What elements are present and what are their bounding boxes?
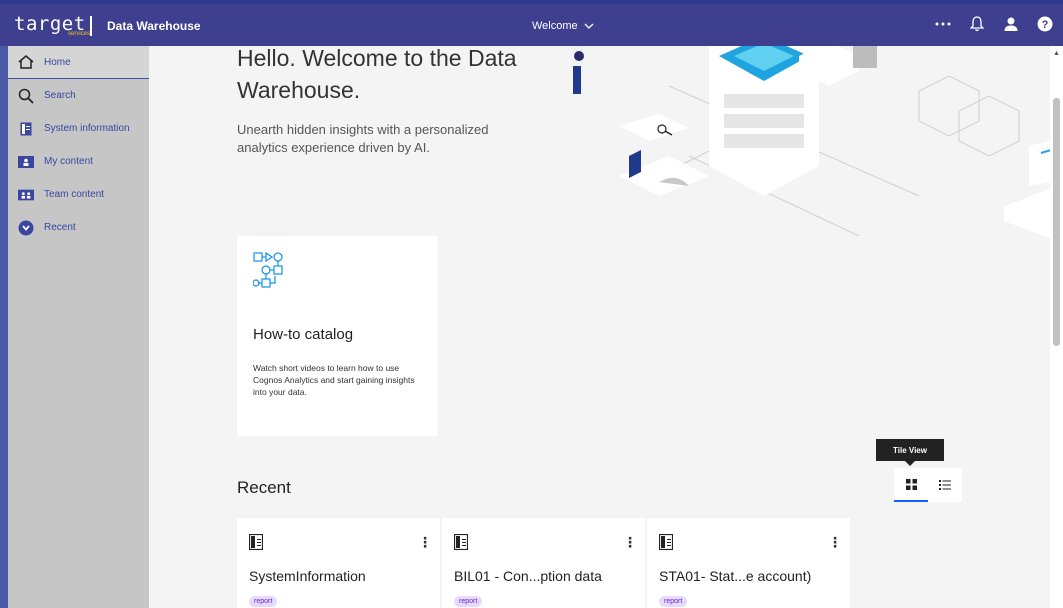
sidebar: Home Search System information My conten… <box>0 46 149 608</box>
sidebar-item-label: My content <box>44 156 93 167</box>
tile-name: STA01- Stat...e account) <box>659 568 812 584</box>
tile-name: BIL01 - Con...ption data <box>454 568 602 584</box>
sidebar-item-home[interactable]: Home <box>8 46 149 79</box>
sidebar-item-system-information[interactable]: System information <box>8 112 149 145</box>
report-icon <box>249 534 263 550</box>
scroll-up-icon[interactable]: ▲ <box>1053 50 1060 57</box>
overflow-menu-icon[interactable]: ⋮ <box>828 534 842 551</box>
sidebar-item-search[interactable]: Search <box>8 79 149 112</box>
overflow-menu-icon[interactable]: ⋮ <box>418 534 432 551</box>
logo-subtext: services <box>68 31 91 37</box>
recent-icon <box>18 220 34 236</box>
recent-tile[interactable]: ⋮ SystemInformation report <box>237 518 440 608</box>
recent-section-title: Recent <box>237 478 291 497</box>
tile-type-tag: report <box>659 596 688 607</box>
recent-tiles: ⋮ SystemInformation report ⋮ BIL01 - Con… <box>237 518 850 608</box>
hero-title: Hello. Welcome to the Data Warehouse. <box>237 46 517 103</box>
sidebar-item-label: System information <box>44 123 130 134</box>
sidebar-item-label: Home <box>44 56 71 68</box>
list-view-button[interactable] <box>928 468 962 502</box>
sidebar-item-my-content[interactable]: My content <box>8 145 149 178</box>
tile-type-tag: report <box>454 596 483 607</box>
howto-title: How-to catalog <box>253 326 354 343</box>
recent-tile[interactable]: ⋮ BIL01 - Con...ption data report <box>442 518 645 608</box>
welcome-dropdown[interactable]: Welcome <box>532 20 594 32</box>
more-icon[interactable] <box>933 14 953 34</box>
welcome-label: Welcome <box>532 20 578 32</box>
report-icon <box>659 534 673 550</box>
recent-tile[interactable]: ⋮ STA01- Stat...e account) report <box>647 518 850 608</box>
tile-view-button[interactable] <box>894 468 928 502</box>
home-icon <box>18 54 34 70</box>
report-icon <box>454 534 468 550</box>
user-icon[interactable] <box>1001 14 1021 34</box>
svg-text:?: ? <box>1042 19 1049 31</box>
document-icon <box>18 121 34 137</box>
tile-name: SystemInformation <box>249 568 366 584</box>
main-content: Hello. Welcome to the Data Warehouse. Un… <box>149 46 1050 608</box>
view-toggle <box>894 468 962 502</box>
overflow-menu-icon[interactable]: ⋮ <box>623 534 637 551</box>
logo-divider <box>90 16 92 36</box>
howto-description: Watch short videos to learn how to use C… <box>253 363 415 397</box>
vertical-scrollbar[interactable]: ▲ <box>1050 46 1063 608</box>
tile-type-tag: report <box>249 596 278 607</box>
grid-icon <box>905 478 917 490</box>
help-icon[interactable]: ? <box>1035 14 1055 34</box>
app-title: Data Warehouse <box>107 19 201 33</box>
chevron-down-icon <box>584 23 594 29</box>
hero-subtitle: Unearth hidden insights with a personali… <box>237 122 489 155</box>
scrollbar-thumb[interactable] <box>1053 98 1060 346</box>
bell-icon[interactable] <box>967 14 987 34</box>
sidebar-item-recent[interactable]: Recent <box>8 211 149 244</box>
search-icon <box>18 88 34 104</box>
tile-view-tooltip: Tile View <box>876 439 944 466</box>
sidebar-item-label: Team content <box>44 189 105 200</box>
sidebar-item-label: Recent <box>44 222 76 233</box>
sidebar-item-label: Search <box>44 90 76 101</box>
folder-team-icon <box>18 187 34 203</box>
top-bar: target services Data Warehouse Welcome ? <box>0 0 1063 46</box>
sidebar-item-team-content[interactable]: Team content <box>8 178 149 211</box>
hero-illustration <box>573 46 1050 239</box>
workflow-icon <box>253 252 283 288</box>
howto-catalog-card[interactable]: How-to catalog Watch short videos to lea… <box>237 236 437 436</box>
folder-user-icon <box>18 154 34 170</box>
list-icon <box>939 480 951 490</box>
